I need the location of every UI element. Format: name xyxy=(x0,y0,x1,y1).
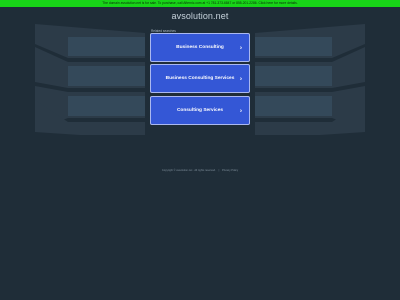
chevron-right-icon: › xyxy=(239,107,242,114)
footer-separator: | xyxy=(218,169,220,172)
privacy-policy-link[interactable]: Privacy Policy xyxy=(222,169,238,172)
for-sale-banner[interactable]: The domain avsolution.net is for sale. T… xyxy=(0,0,400,7)
left-shape-4 xyxy=(35,100,145,135)
right-inner-3 xyxy=(255,96,332,116)
chevron-right-icon: › xyxy=(239,44,242,51)
right-shape-1 xyxy=(255,24,365,58)
link-business-consulting[interactable]: Business Consulting › xyxy=(150,33,250,62)
footer: Copyright © avsolution.net . All rights … xyxy=(0,169,400,172)
left-shape-1 xyxy=(35,24,145,58)
right-inner-2 xyxy=(255,66,332,86)
link-label: Business Consulting xyxy=(176,45,224,50)
left-inner-2 xyxy=(68,66,145,86)
copyright-text: Copyright © avsolution.net . All rights … xyxy=(161,169,216,172)
link-business-consulting-services[interactable]: Business Consulting Services › xyxy=(150,64,250,93)
domain-title: avsolution.net xyxy=(171,11,229,21)
related-searches-label: Related searches xyxy=(151,28,176,33)
link-consulting-services[interactable]: Consulting Services › xyxy=(150,96,250,125)
left-inner-1 xyxy=(68,37,145,56)
link-label: Consulting Services xyxy=(176,108,224,113)
right-shape-3 xyxy=(255,86,365,130)
right-shape-4 xyxy=(255,100,365,135)
left-shape-2 xyxy=(35,47,145,88)
left-shape-3 xyxy=(35,86,145,130)
link-label: Business Consulting Services xyxy=(165,76,235,81)
right-inner-1 xyxy=(255,37,332,56)
chevron-right-icon: › xyxy=(239,75,242,82)
right-shape-2 xyxy=(255,47,365,88)
left-inner-3 xyxy=(68,96,145,116)
